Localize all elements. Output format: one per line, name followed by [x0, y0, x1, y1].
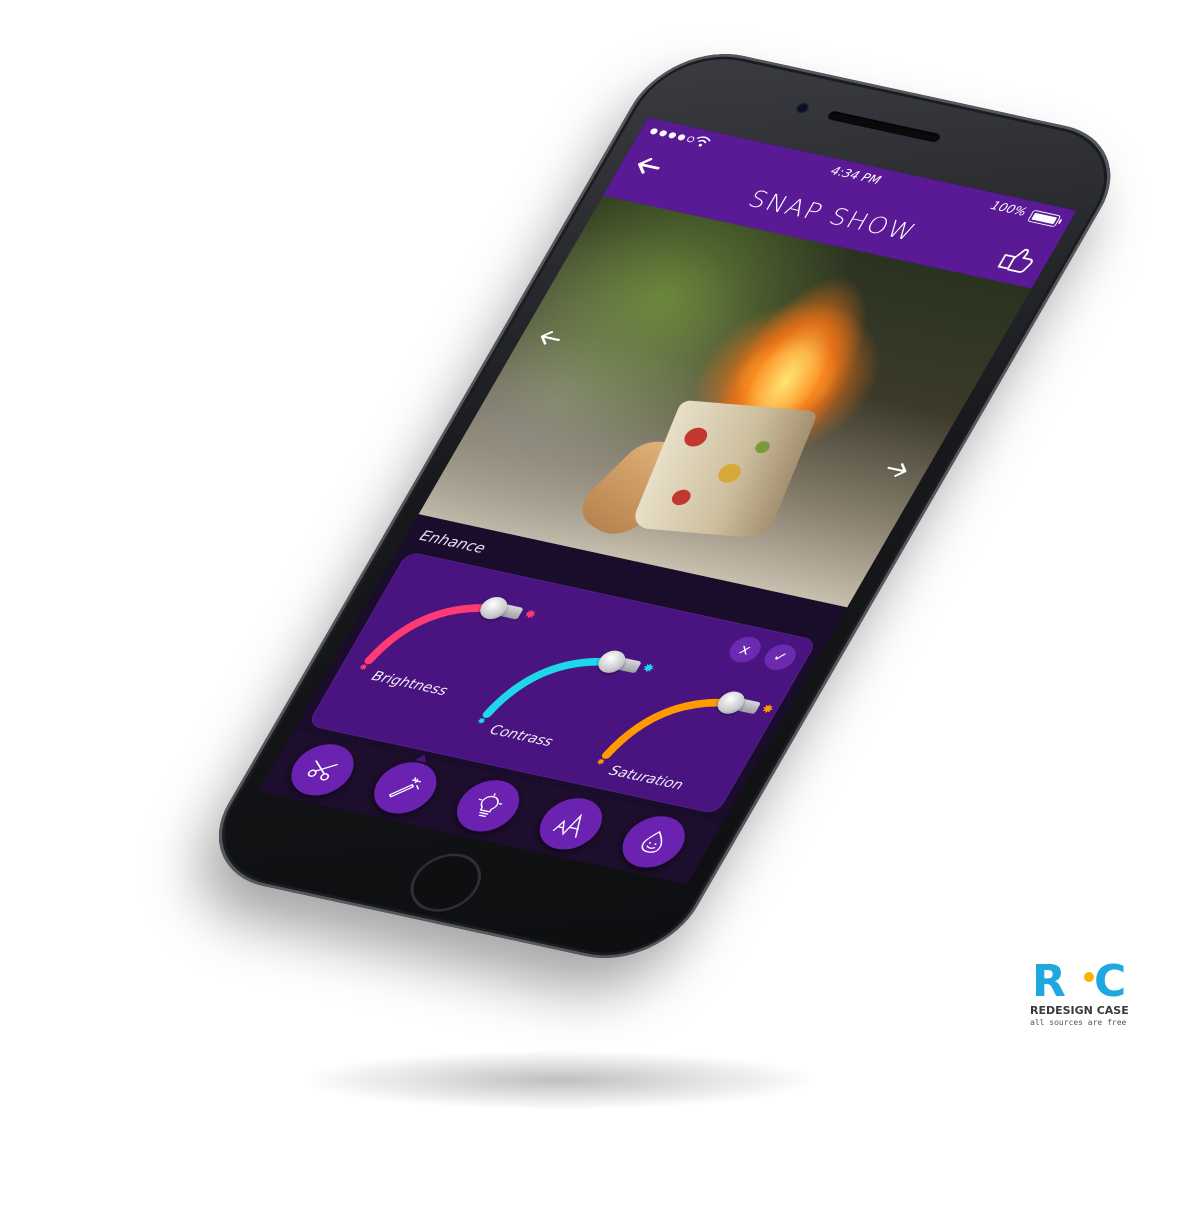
lightbulb-icon: [478, 792, 503, 818]
sticker-tool-button[interactable]: [611, 810, 696, 873]
magic-wand-icon: [389, 777, 421, 798]
text-icon: [552, 813, 583, 838]
light-tool-button[interactable]: [446, 774, 531, 837]
mockup-stage: 4:34 PM 100% SNAP SHOW Enhance x ✓ ✸ ✸ B…: [0, 0, 1200, 1208]
phone-shadow: [300, 1050, 820, 1110]
app-screen: 4:34 PM 100% SNAP SHOW Enhance x ✓ ✸ ✸ B…: [258, 117, 1077, 885]
scissors-icon: [307, 760, 338, 781]
logo-letter-r: R: [1032, 956, 1066, 1007]
crop-tool-button[interactable]: [280, 738, 365, 801]
logo-dot: [1084, 972, 1094, 982]
previous-photo-icon[interactable]: [529, 323, 571, 354]
front-camera: [794, 101, 811, 115]
close-button[interactable]: x: [724, 634, 767, 666]
battery-percent: 100%: [987, 199, 1030, 220]
logo-letter-c: C: [1094, 956, 1127, 1007]
redesign-case-logo: R C REDESIGN CASE all sources are free: [1028, 960, 1138, 1030]
next-photo-icon[interactable]: [876, 454, 918, 485]
phone-device: 4:34 PM 100% SNAP SHOW Enhance x ✓ ✸ ✸ B…: [190, 40, 1140, 972]
confirm-button[interactable]: ✓: [759, 641, 802, 673]
home-button[interactable]: [398, 847, 494, 918]
earpiece-speaker: [826, 110, 942, 143]
enhance-tool-button[interactable]: [363, 756, 448, 819]
enhance-label: Enhance: [416, 526, 490, 557]
logo-subtitle: all sources are free: [1030, 1018, 1127, 1027]
photo-mug: [629, 399, 819, 539]
logo-title: REDESIGN CASE: [1030, 1004, 1129, 1017]
sticker-icon: [641, 830, 663, 853]
text-tool-button[interactable]: [528, 792, 613, 855]
